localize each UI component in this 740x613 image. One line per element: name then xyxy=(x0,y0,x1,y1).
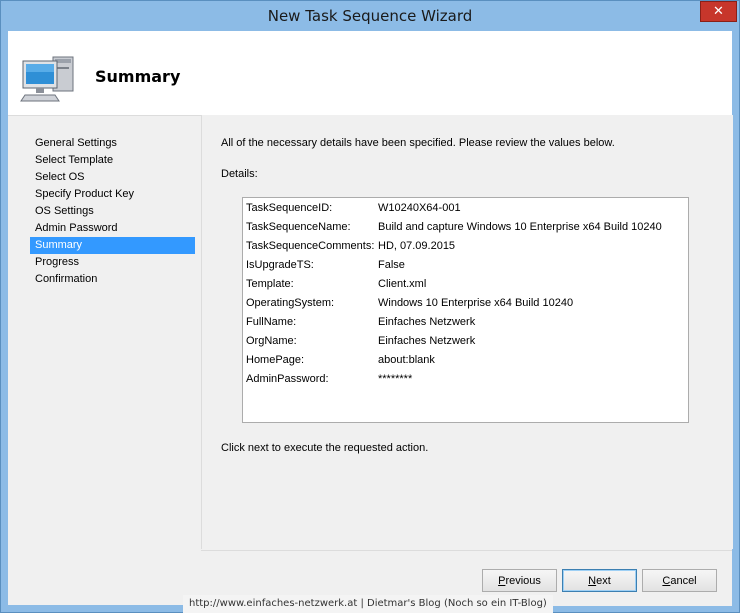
detail-key: OperatingSystem: xyxy=(246,297,335,309)
detail-value: W10240X64-001 xyxy=(378,202,461,214)
cancel-button[interactable]: Cancel xyxy=(642,569,717,592)
previous-label-rest: revious xyxy=(505,574,541,587)
nav-item-admin-password[interactable]: Admin Password xyxy=(30,220,195,237)
detail-value: False xyxy=(378,259,405,271)
detail-key: TaskSequenceComments: xyxy=(246,240,375,252)
nav-item-summary[interactable]: Summary xyxy=(30,237,195,254)
detail-key: TaskSequenceID: xyxy=(246,202,333,214)
detail-key: IsUpgradeTS: xyxy=(246,259,314,271)
nav-item-specify-product-key[interactable]: Specify Product Key xyxy=(30,186,195,203)
detail-value: Client.xml xyxy=(378,278,427,290)
details-list[interactable]: TaskSequenceID: W10240X64-001 TaskSequen… xyxy=(242,197,689,423)
page-title: Summary xyxy=(95,67,181,86)
summary-panel: All of the necessary details have been s… xyxy=(201,115,733,549)
wizard-nav: General Settings Select Template Select … xyxy=(30,135,195,288)
detail-value: Windows 10 Enterprise x64 Build 10240 xyxy=(378,297,574,309)
detail-value: ******** xyxy=(378,373,413,385)
nav-item-os-settings[interactable]: OS Settings xyxy=(30,203,195,220)
nav-item-select-os[interactable]: Select OS xyxy=(30,169,195,186)
detail-value: Build and capture Windows 10 Enterprise … xyxy=(378,221,662,233)
nav-item-select-template[interactable]: Select Template xyxy=(30,152,195,169)
previous-accel: P xyxy=(498,574,506,587)
computer-icon xyxy=(20,56,74,102)
nav-item-progress[interactable]: Progress xyxy=(30,254,195,271)
detail-key: FullName: xyxy=(246,316,297,328)
close-button[interactable]: ✕ xyxy=(700,1,737,22)
detail-key: Template: xyxy=(246,278,294,290)
wizard-client-area: Summary General Settings Select Template… xyxy=(8,31,733,606)
detail-key: TaskSequenceName: xyxy=(246,221,351,233)
window-title: New Task Sequence Wizard xyxy=(267,7,473,25)
nav-item-general-settings[interactable]: General Settings xyxy=(30,135,195,152)
nav-item-confirmation[interactable]: Confirmation xyxy=(30,271,195,288)
wizard-window: New Task Sequence Wizard ✕ Summary Gener… xyxy=(0,0,740,613)
next-accel: N xyxy=(588,574,597,587)
detail-value: Einfaches Netzwerk xyxy=(378,335,476,347)
detail-value: about:blank xyxy=(378,354,435,366)
wizard-header: Summary xyxy=(8,31,732,116)
next-instruction-text: Click next to execute the requested acti… xyxy=(221,442,429,454)
detail-value: HD, 07.09.2015 xyxy=(378,240,456,252)
cancel-accel: C xyxy=(662,574,671,587)
close-icon: ✕ xyxy=(713,4,724,19)
intro-text: All of the necessary details have been s… xyxy=(221,137,615,149)
previous-button[interactable]: Previous xyxy=(482,569,557,592)
detail-key: HomePage: xyxy=(246,354,305,366)
next-button[interactable]: Next xyxy=(562,569,637,592)
watermark-text: http://www.einfaches-netzwerk.at | Dietm… xyxy=(183,595,553,613)
detail-value: Einfaches Netzwerk xyxy=(378,316,476,328)
detail-key: AdminPassword: xyxy=(246,373,329,385)
title-bar[interactable]: New Task Sequence Wizard ✕ xyxy=(0,0,740,30)
cancel-label-rest: ancel xyxy=(670,574,697,587)
details-label: Details: xyxy=(221,168,258,180)
next-label-rest: ext xyxy=(596,574,611,587)
detail-key: OrgName: xyxy=(246,335,297,347)
